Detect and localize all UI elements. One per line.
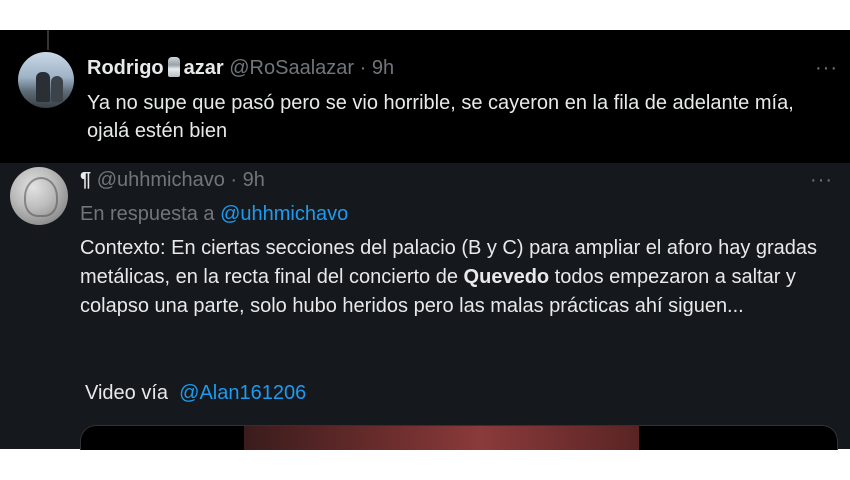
- user-handle[interactable]: @uhhmichavo: [97, 169, 225, 191]
- display-name-part2[interactable]: azar: [184, 57, 224, 79]
- avatar-uhhmichavo[interactable]: [10, 167, 68, 225]
- more-options-icon[interactable]: ···: [815, 57, 838, 80]
- tweet1-header: Rodrigo azar @RoSaalazar · 9h: [87, 56, 394, 80]
- timestamp[interactable]: 9h: [243, 169, 265, 191]
- video-thumbnail[interactable]: [244, 426, 639, 450]
- salt-shaker-icon: [167, 57, 180, 77]
- reply-prefix: En respuesta a: [80, 203, 215, 225]
- avatar-figure-2: [51, 76, 63, 102]
- reply-handle-link[interactable]: @uhhmichavo: [220, 203, 348, 225]
- reply-context: En respuesta a @uhhmichavo: [80, 201, 348, 227]
- thread-connector-line: [47, 30, 49, 50]
- display-name[interactable]: Rodrigo azar: [87, 57, 224, 79]
- tweet-text: Contexto: En ciertas secciones del palac…: [80, 234, 830, 321]
- video-label: Video vía: [85, 382, 169, 404]
- video-player[interactable]: [80, 425, 838, 450]
- separator-dot: ·: [230, 169, 238, 191]
- display-name[interactable]: ¶: [80, 169, 91, 191]
- tweet2-header: ¶ @uhhmichavo · 9h: [80, 168, 265, 192]
- tweet-text-bold: Quevedo: [463, 266, 550, 288]
- display-name-part1[interactable]: Rodrigo: [87, 57, 164, 79]
- video-credit-link[interactable]: @Alan161206: [179, 382, 306, 404]
- timestamp[interactable]: 9h: [372, 57, 394, 79]
- user-handle[interactable]: @RoSaalazar: [229, 57, 354, 79]
- avatar-sketch: [24, 177, 58, 217]
- separator-dot: ·: [359, 57, 367, 79]
- avatar-figure: [36, 72, 50, 102]
- avatar-rodrigo[interactable]: [18, 52, 74, 108]
- video-credit: Video vía @Alan161206: [85, 379, 306, 407]
- more-options-icon[interactable]: ···: [810, 169, 833, 192]
- tweet-text: Ya no supe que pasó pero se vio horrible…: [87, 92, 794, 142]
